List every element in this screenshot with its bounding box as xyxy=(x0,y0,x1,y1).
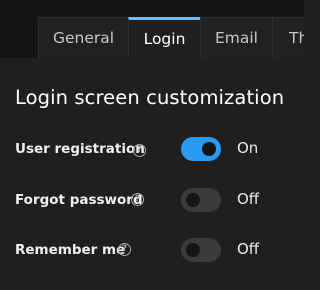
switch-knob xyxy=(186,193,200,207)
question-circle-icon[interactable]: ? xyxy=(118,243,131,256)
tab-email-label: Email xyxy=(214,29,258,47)
switch-knob xyxy=(202,142,216,156)
section-title: Login screen customization xyxy=(15,86,285,109)
tab-bar: General Login Email Th xyxy=(0,0,304,58)
tab-themes-label: Th xyxy=(289,29,304,47)
user-registration-state: On xyxy=(237,139,259,157)
question-circle-icon[interactable]: ? xyxy=(131,193,144,206)
setting-row-remember-me: Remember me ? Off xyxy=(0,236,304,266)
tab-themes[interactable]: Th xyxy=(272,17,304,58)
tab-login-label: Login xyxy=(143,30,186,48)
tab-general[interactable]: General xyxy=(38,17,128,58)
setting-row-user-registration: User registration ? On xyxy=(0,135,304,165)
user-registration-label: User registration xyxy=(15,141,145,157)
user-registration-switch[interactable] xyxy=(181,137,221,161)
remember-me-state: Off xyxy=(237,240,260,258)
remember-me-label: Remember me xyxy=(15,242,126,258)
forgot-password-state: Off xyxy=(237,190,260,208)
tab-general-label: General xyxy=(52,29,115,47)
forgot-password-label: Forgot password xyxy=(15,192,143,208)
switch-knob xyxy=(186,243,200,257)
tabs: General Login Email Th xyxy=(38,17,304,58)
realm-settings-panel: General Login Email Th Login screen cust… xyxy=(0,0,304,290)
tab-email[interactable]: Email xyxy=(200,17,272,58)
question-circle-icon[interactable]: ? xyxy=(133,144,146,157)
remember-me-switch[interactable] xyxy=(181,238,221,262)
setting-row-forgot-password: Forgot password ? Off xyxy=(0,186,304,216)
tab-login[interactable]: Login xyxy=(128,17,200,58)
forgot-password-switch[interactable] xyxy=(181,188,221,212)
